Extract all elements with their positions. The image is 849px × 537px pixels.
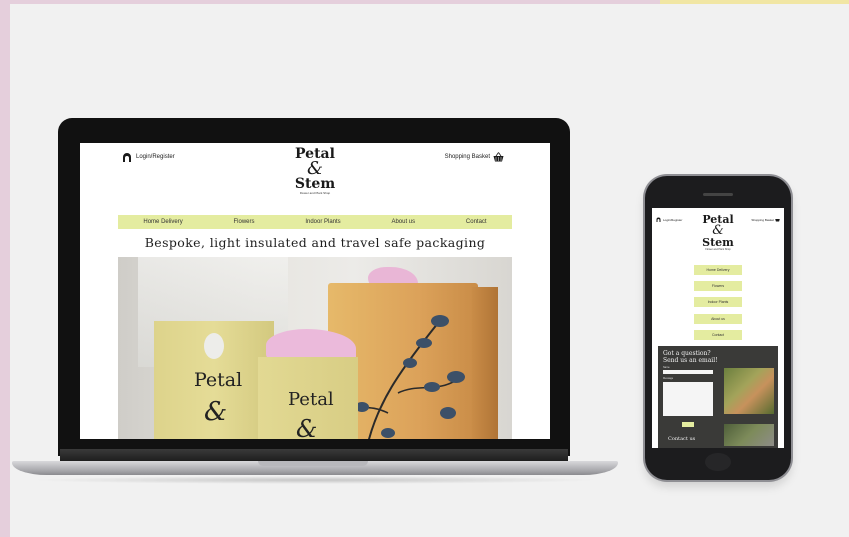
mobile-shopping-basket-link[interactable]: Shopping Basket xyxy=(751,217,780,222)
contact-us-heading: Contact us xyxy=(668,436,696,442)
contact-heading-line1: Got a question? xyxy=(663,350,711,357)
message-textarea[interactable] xyxy=(663,382,713,416)
phone-speaker xyxy=(703,193,733,196)
brand-line-ampersand: & xyxy=(306,158,324,179)
hero-photo-packaging: Petal & Petal & xyxy=(118,257,512,439)
background-accent-top xyxy=(10,0,660,4)
mobile-nav-about-us[interactable]: About us xyxy=(694,314,742,324)
bag-print-petal-small: Petal xyxy=(288,389,334,410)
login-register-label: Login/Register xyxy=(136,154,175,160)
site-header: Login/Register Petal & Stem Flower and P… xyxy=(80,143,550,213)
phone-screen: Login/Register Petal & Stem Flower and P… xyxy=(652,208,784,448)
name-field-label: Name xyxy=(663,366,670,369)
user-icon xyxy=(123,153,131,162)
nav-contact[interactable]: Contact xyxy=(466,219,487,225)
login-register-link[interactable]: Login/Register xyxy=(122,152,175,162)
laptop-shadow xyxy=(30,476,600,484)
mobile-login-register-link[interactable]: Login/Register xyxy=(656,217,682,222)
message-field-label: Message xyxy=(663,377,674,380)
bag-print-ampersand-small: & xyxy=(296,415,318,439)
background-accent-left xyxy=(0,0,10,537)
mobile-brand-line-stem: Stem xyxy=(702,236,734,249)
main-navigation: Home Delivery Flowers Indoor Plants Abou… xyxy=(118,215,512,229)
mobile-login-label: Login/Register xyxy=(663,217,683,222)
laptop-screen: Login/Register Petal & Stem Flower and P… xyxy=(80,143,550,439)
mobile-brand-logo[interactable]: Petal & Stem Flower and Plant Shop xyxy=(696,214,740,252)
nav-home-delivery[interactable]: Home Delivery xyxy=(143,219,182,225)
mobile-nav-home-delivery[interactable]: Home Delivery xyxy=(694,265,742,275)
brand-logo[interactable]: Petal & Stem Flower and Plant Shop xyxy=(285,147,345,196)
contact-photo-florist xyxy=(724,368,774,414)
contact-heading-line2: Send us an email! xyxy=(663,357,718,364)
phone-home-button xyxy=(705,453,731,471)
mobile-nav-indoor-plants[interactable]: Indoor Plants xyxy=(694,297,742,307)
shopping-basket-link[interactable]: Shopping Basket xyxy=(445,152,504,162)
name-input[interactable] xyxy=(663,370,713,374)
kraft-gift-bag-side xyxy=(472,287,498,439)
nav-flowers[interactable]: Flowers xyxy=(234,219,255,225)
laptop-chin xyxy=(60,449,568,461)
mobile-basket-label: Shopping Basket xyxy=(751,217,774,222)
send-button[interactable] xyxy=(682,422,694,427)
bag-print-ampersand: & xyxy=(204,397,228,427)
contact-heading: Got a question? Send us an email! xyxy=(663,350,718,364)
shopping-basket-label: Shopping Basket xyxy=(444,154,490,160)
bag-print-petal: Petal xyxy=(194,369,243,391)
mobile-nav-contact[interactable]: Contact xyxy=(694,330,742,340)
nav-about-us[interactable]: About us xyxy=(391,219,415,225)
mobile-nav-flowers[interactable]: Flowers xyxy=(694,281,742,291)
bag-handle-cutout xyxy=(204,333,224,359)
mobile-user-icon xyxy=(656,217,661,222)
nav-indoor-plants[interactable]: Indoor Plants xyxy=(305,219,340,225)
basket-icon xyxy=(493,152,504,162)
background-accent-top-yellow xyxy=(660,0,849,4)
contact-photo-plants xyxy=(724,424,774,446)
brand-line-stem: Stem xyxy=(294,176,336,192)
brand-tagline: Flower and Plant Shop xyxy=(299,191,331,195)
mobile-basket-icon xyxy=(775,219,780,222)
laptop-open-notch xyxy=(258,461,368,466)
hero-headline: Bespoke, light insulated and travel safe… xyxy=(144,235,486,250)
mobile-contact-section: Got a question? Send us an email! Name M… xyxy=(658,346,778,448)
